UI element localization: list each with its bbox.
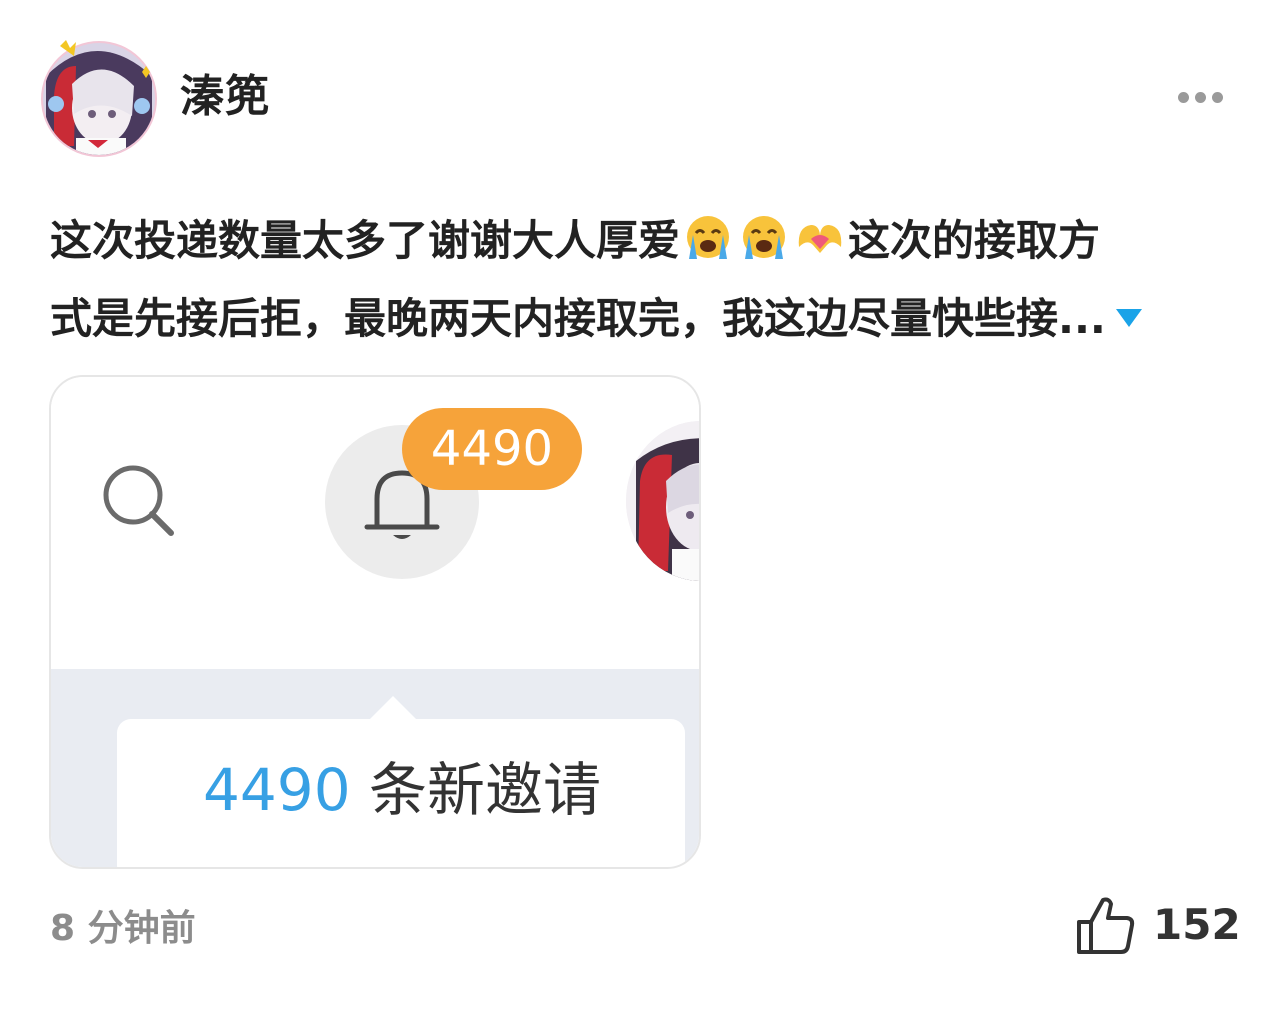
user-avatar[interactable] xyxy=(36,36,162,162)
thumbs-up-icon xyxy=(1077,897,1135,954)
crying-face-icon xyxy=(683,213,733,261)
post-text-segment-2: 这次的接取方 xyxy=(848,216,1101,265)
post-image[interactable]: 4490 4490 条新邀请 xyxy=(49,375,701,869)
like-button[interactable]: 152 xyxy=(1075,894,1241,956)
heart-hands-icon xyxy=(795,213,845,261)
post-timestamp: 8 分钟前 xyxy=(50,908,196,949)
tooltip-pointer xyxy=(368,696,418,721)
more-options-icon[interactable] xyxy=(1178,86,1230,108)
username[interactable]: 溱篼 xyxy=(180,66,270,128)
post-text-line-2: 式是先接后拒，最晚两天内接取完，我这边尽量快些接... xyxy=(50,280,1235,358)
crying-face-icon xyxy=(739,213,789,261)
invitation-text: 4490 条新邀请 xyxy=(203,751,601,829)
invitation-label: 条新邀请 xyxy=(350,756,602,824)
expand-triangle-icon[interactable] xyxy=(1115,309,1142,327)
invitation-tooltip: 4490 条新邀请 xyxy=(117,719,685,867)
post-text-segment-1: 这次投递数量太多了谢谢大人厚爱 xyxy=(50,216,681,265)
like-count: 152 xyxy=(1153,900,1241,949)
notification-count-badge: 4490 xyxy=(402,408,582,490)
avatar-image xyxy=(41,40,157,157)
more-dot xyxy=(1195,91,1206,103)
search-icon xyxy=(103,465,174,536)
post-text-segment-3: 式是先接后拒，最晚两天内接取完，我这边尽量快些接... xyxy=(50,294,1106,343)
more-dot xyxy=(1178,91,1189,103)
post-text-line-1: 这次投递数量太多了谢谢大人厚爱 这次的接取方 xyxy=(50,202,1235,280)
post-text[interactable]: 这次投递数量太多了谢谢大人厚爱 这次的接取方 式是先接后拒，最晚两天内接取完，我… xyxy=(50,202,1235,358)
invitation-count: 4490 xyxy=(203,756,351,824)
more-dot xyxy=(1212,91,1223,103)
